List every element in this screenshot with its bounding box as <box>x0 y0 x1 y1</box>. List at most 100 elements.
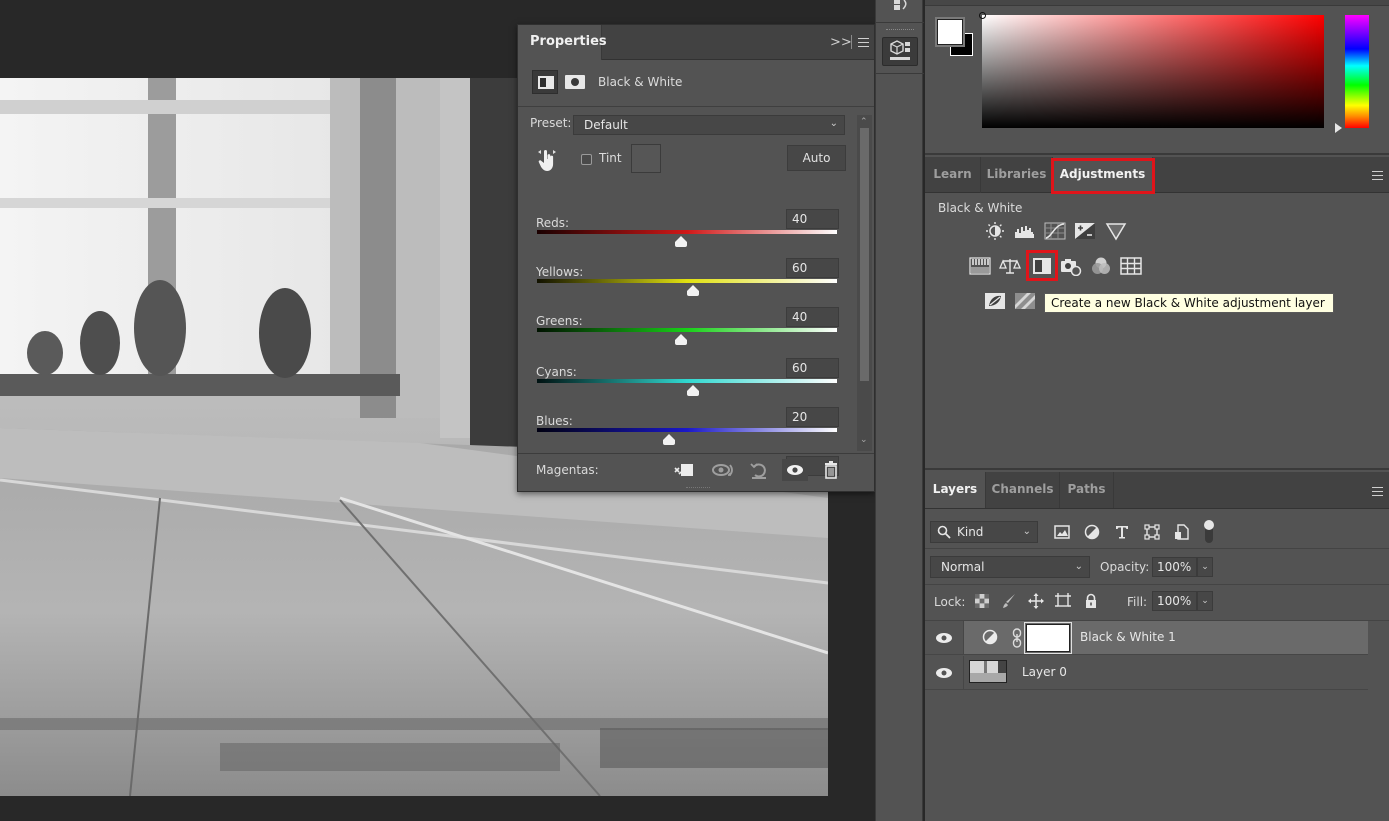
layers-tabbar: Layers Channels Paths <box>925 472 1389 509</box>
filter-pixel-layers-icon[interactable] <box>1053 523 1071 541</box>
slider-label: Cyans: <box>536 365 577 379</box>
curves-icon[interactable] <box>1044 221 1066 241</box>
saturation-brightness-field[interactable] <box>982 15 1324 128</box>
slider-value-input[interactable]: 60 <box>786 258 839 278</box>
collapse-panel-icon[interactable]: >> <box>830 35 852 50</box>
slider-track[interactable] <box>537 328 837 332</box>
layer-body[interactable]: Layer 0 <box>963 656 1368 689</box>
filter-type-layers-icon[interactable] <box>1113 523 1131 541</box>
trash-icon[interactable] <box>818 459 844 481</box>
slider-value-input[interactable]: 20 <box>786 407 839 427</box>
invert-icon[interactable] <box>984 291 1006 311</box>
slider-track[interactable] <box>537 230 837 234</box>
lock-transparent-pixels-icon[interactable] <box>974 593 990 609</box>
tab-channels[interactable]: Channels <box>986 472 1060 508</box>
opacity-input[interactable]: 100% <box>1152 557 1197 577</box>
preset-label: Preset: <box>530 116 572 130</box>
blend-mode-value: Normal <box>941 560 985 574</box>
panel-menu-icon[interactable] <box>1372 171 1383 180</box>
levels-icon[interactable] <box>1014 221 1036 241</box>
slider-thumb[interactable] <box>675 334 687 345</box>
scroll-thumb[interactable] <box>860 128 869 381</box>
lock-all-icon[interactable] <box>1083 593 1099 609</box>
slider-track[interactable] <box>537 428 837 432</box>
filter-shape-layers-icon[interactable] <box>1143 523 1161 541</box>
brightness-contrast-icon[interactable] <box>984 221 1006 241</box>
preset-select[interactable]: Default ⌄ <box>573 115 845 135</box>
slider-thumb[interactable] <box>687 285 699 296</box>
tab-layers[interactable]: Layers <box>925 472 986 508</box>
foreground-color-swatch[interactable] <box>935 17 965 47</box>
filter-adjustment-layers-icon[interactable] <box>1083 523 1101 541</box>
vibrance-icon[interactable] <box>1105 221 1127 241</box>
layer-mask-link-icon[interactable] <box>1012 628 1022 648</box>
visibility-eye-icon[interactable] <box>782 459 808 481</box>
auto-button[interactable]: Auto <box>787 145 846 171</box>
dock-tool-icon[interactable] <box>888 0 912 12</box>
black-white-adjustment-icon[interactable] <box>532 70 558 94</box>
view-previous-state-icon[interactable] <box>710 459 736 481</box>
panel-menu-icon[interactable] <box>1372 487 1383 496</box>
layer-name[interactable]: Black & White 1 <box>1080 630 1176 644</box>
layers-panel: Layers Channels Paths Kind ⌄ Normal ⌄ Op… <box>925 472 1389 821</box>
layer-name[interactable]: Layer 0 <box>1022 665 1067 679</box>
layer-visibility-eye-icon[interactable] <box>933 666 955 680</box>
posterize-icon[interactable] <box>1014 291 1036 311</box>
layer-row-black-white-1[interactable]: Black & White 1 <box>925 621 1368 655</box>
slider-track[interactable] <box>537 279 837 283</box>
properties-scrollbar[interactable]: ⌃ ⌄ <box>857 115 872 451</box>
properties-body: Preset: Default ⌄ Tint Auto Reds: 40 Yello… <box>518 108 856 477</box>
layer-row-layer-0[interactable]: Layer 0 <box>925 656 1368 690</box>
layer-mask-icon[interactable] <box>562 70 588 94</box>
hue-slider-pointer[interactable] <box>1335 123 1342 133</box>
tab-properties[interactable]: Properties <box>518 25 607 60</box>
filter-smart-objects-icon[interactable] <box>1173 523 1191 541</box>
color-balance-icon[interactable] <box>999 256 1021 276</box>
lock-artboard-icon[interactable] <box>1055 593 1071 609</box>
photo-filter-icon[interactable] <box>1060 256 1082 276</box>
layer-visibility-eye-icon[interactable] <box>933 631 955 645</box>
layer-body[interactable]: Black & White 1 <box>963 621 1368 654</box>
blend-mode-select[interactable]: Normal ⌄ <box>930 556 1090 578</box>
panel-menu-icon[interactable] <box>858 38 869 47</box>
layer-thumbnail[interactable] <box>969 660 1007 683</box>
exposure-icon[interactable] <box>1074 221 1096 241</box>
slider-track[interactable] <box>537 379 837 383</box>
hue-slider[interactable] <box>1345 15 1369 128</box>
reset-icon[interactable] <box>746 459 772 481</box>
slider-value-input[interactable]: 40 <box>786 209 839 229</box>
black-white-icon[interactable] <box>1031 256 1053 276</box>
tab-learn[interactable]: Learn <box>925 157 981 193</box>
chevron-down-icon: ⌄ <box>1074 561 1083 572</box>
scroll-up-icon[interactable]: ⌃ <box>860 117 868 127</box>
filter-toggle-switch[interactable] <box>1203 519 1215 545</box>
dock-grip[interactable] <box>886 29 914 31</box>
opacity-dropdown[interactable]: ⌄ <box>1197 557 1213 577</box>
color-lookup-icon[interactable] <box>1120 256 1142 276</box>
slider-thumb[interactable] <box>675 236 687 247</box>
targeted-adjustment-hand-icon[interactable] <box>536 148 558 172</box>
slider-label: Yellows: <box>536 265 584 279</box>
tint-checkbox[interactable] <box>581 154 592 165</box>
fill-input[interactable]: 100% <box>1152 591 1197 611</box>
slider-thumb[interactable] <box>687 385 699 396</box>
clip-to-layer-icon[interactable] <box>672 459 698 481</box>
lock-position-icon[interactable] <box>1028 593 1044 609</box>
3d-panel-button[interactable] <box>882 37 918 66</box>
slider-value-input[interactable]: 40 <box>786 307 839 327</box>
tint-color-swatch[interactable] <box>631 144 661 173</box>
layer-filter-select[interactable]: Kind ⌄ <box>930 521 1038 543</box>
channel-mixer-icon[interactable] <box>1090 256 1112 276</box>
fill-dropdown[interactable]: ⌄ <box>1197 591 1213 611</box>
adjustment-type-row <box>518 61 874 107</box>
color-picker-marker[interactable] <box>979 12 986 19</box>
hue-saturation-icon[interactable] <box>969 256 991 276</box>
slider-thumb[interactable] <box>663 434 675 445</box>
scroll-down-icon[interactable]: ⌄ <box>860 435 868 445</box>
panel-resize-grip[interactable] <box>686 487 710 490</box>
tab-libraries[interactable]: Libraries <box>981 157 1053 193</box>
lock-image-pixels-icon[interactable] <box>1001 593 1017 609</box>
slider-value-input[interactable]: 60 <box>786 358 839 378</box>
tab-paths[interactable]: Paths <box>1060 472 1114 508</box>
layer-mask-thumbnail[interactable] <box>1024 622 1072 654</box>
